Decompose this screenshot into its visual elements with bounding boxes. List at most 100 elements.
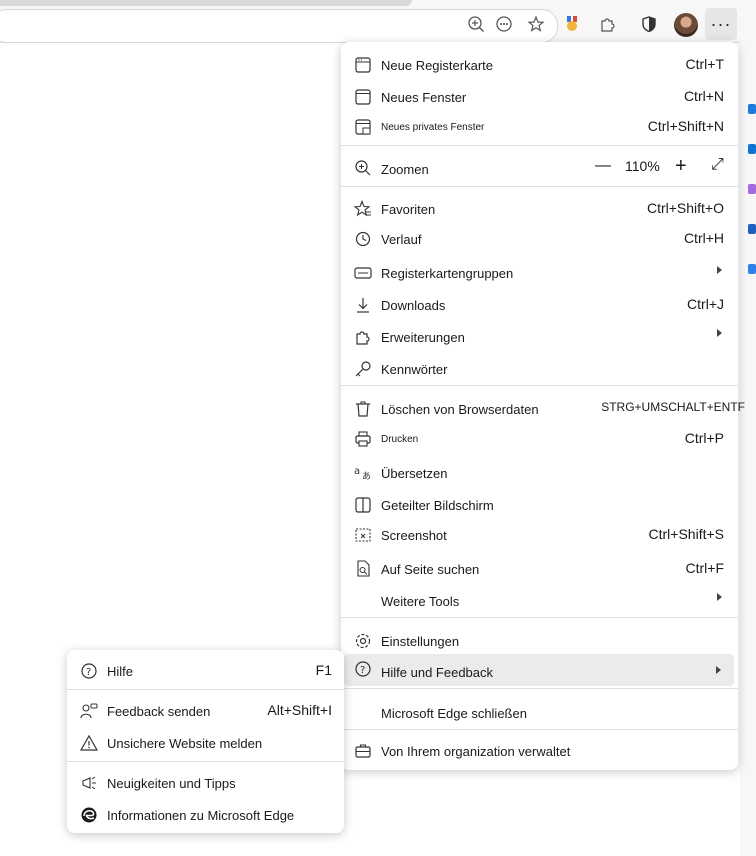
zoom-out-button[interactable]: — [595,157,611,175]
warning-icon [79,734,99,751]
menu-item-extensions[interactable]: Erweiterungen [341,322,738,352]
menu-item-more-tools[interactable]: Weitere Tools [341,586,738,616]
submenu-item-about-edge[interactable]: Informationen zu Microsoft Edge [67,800,344,830]
menu-item-history[interactable]: Verlauf Ctrl+H [341,224,738,254]
menu-label: Unsichere Website melden [107,736,263,751]
download-icon [357,298,369,313]
translate-icon: aあ [354,466,371,482]
sidebar-outlook-icon[interactable] [748,264,756,274]
right-sidebar [740,42,756,856]
menu-label: Hilfe [107,664,134,679]
menu-label: Einstellungen [381,634,460,649]
submenu-item-report-unsafe-site[interactable]: Unsichere Website melden [67,728,344,758]
menu-shortcut: Ctrl+P [684,430,724,446]
ellipsis-circle-icon[interactable] [492,12,516,36]
chevron-right-icon [716,666,721,674]
menu-shortcut: STRG+UMSCHALT+ENTF [601,400,745,414]
menu-shortcut: Ctrl+Shift+S [648,526,724,542]
menu-label: Drucken [381,434,419,445]
svg-text:a: a [354,466,360,477]
sidebar-games-icon[interactable] [748,224,756,234]
zoom-in-button[interactable]: + [675,155,687,178]
settings-menu: Neue Registerkarte Ctrl+T Neues Fenster … [341,42,745,770]
separator [341,688,738,689]
menu-item-passwords[interactable]: Kennwörter [341,354,738,384]
sidebar-search-icon[interactable] [748,104,756,114]
menu-label: Hilfe und Feedback [381,665,494,680]
tab-groups-icon [354,267,372,279]
megaphone-icon [82,776,96,790]
submenu-item-help[interactable]: ? Hilfe F1 [67,656,344,686]
help-circle-icon: ? [81,663,97,679]
sidebar-tools-icon[interactable] [748,184,756,194]
menu-item-new-tab[interactable]: Neue Registerkarte Ctrl+T [341,50,738,80]
printer-icon [355,431,371,447]
separator [67,689,344,690]
menu-item-translate[interactable]: aあ Übersetzen [341,458,738,488]
separator [341,729,738,730]
browser-toolbar: ··· [0,0,756,43]
menu-item-close-edge[interactable]: Microsoft Edge schließen [341,698,738,728]
menu-label: Geteilter Bildschirm [381,498,494,513]
menu-label: Zoomen [381,162,429,177]
menu-label: Registerkartengruppen [381,266,514,281]
menu-shortcut: Ctrl+T [685,56,725,72]
menu-label: Favoriten [381,202,436,217]
puzzle-icon [356,331,370,345]
shield-icon[interactable] [637,12,661,36]
key-icon [355,361,371,377]
sidebar-copilot-icon[interactable] [748,144,756,154]
menu-item-favorites[interactable]: Favoriten Ctrl+Shift+O [341,194,738,224]
menu-item-downloads[interactable]: Downloads Ctrl+J [341,290,738,320]
menu-item-print[interactable]: Drucken Ctrl+P [341,424,738,454]
menu-label: Neuigkeiten und Tipps [107,776,236,791]
separator [341,385,738,386]
menu-label: Downloads [381,298,446,313]
menu-label: Löschen von Browserdaten [381,402,539,417]
gear-icon [355,633,371,649]
menu-item-find-on-page[interactable]: Auf Seite suchen Ctrl+F [341,554,738,584]
tab-strip [0,0,412,6]
menu-shortcut: Ctrl+Shift+N [647,118,724,134]
submenu-item-send-feedback[interactable]: Feedback senden Alt+Shift+I [67,696,344,726]
menu-label: Übersetzen [381,466,448,481]
menu-label: Screenshot [381,528,447,543]
menu-label: Erweiterungen [381,330,465,345]
menu-item-settings[interactable]: Einstellungen [341,626,738,656]
menu-item-screenshot[interactable]: Screenshot Ctrl+Shift+S [341,520,738,550]
menu-item-managed-by-organization[interactable]: Von Ihrem organization verwaltet [341,736,738,766]
help-circle-icon: ? [355,661,371,677]
chevron-right-icon [717,329,722,337]
edge-logo-icon [81,807,97,823]
menu-label: Kennwörter [381,362,448,377]
menu-item-new-private-window[interactable]: Neues privates Fenster Ctrl+Shift+N [341,112,738,142]
profile-avatar[interactable] [674,13,698,37]
menu-label: Informationen zu Microsoft Edge [107,808,295,823]
zoom-in-icon[interactable] [464,12,488,36]
menu-label: Neues privates Fenster [381,122,485,133]
menu-label: Microsoft Edge schließen [381,706,527,721]
new-tab-icon [355,57,371,73]
menu-item-new-window[interactable]: Neues Fenster Ctrl+N [341,82,738,112]
menu-item-tab-groups[interactable]: Registerkartengruppen [341,258,738,288]
fullscreen-button[interactable]: ⤢ [711,156,724,174]
menu-shortcut: Ctrl+F [685,560,725,576]
find-on-page-icon [357,560,370,577]
submenu-item-whats-new[interactable]: Neuigkeiten und Tipps [67,768,344,798]
menu-item-help-and-feedback[interactable]: ? Hilfe und Feedback [344,654,734,686]
screenshot-icon [355,528,371,542]
menu-shortcut: Ctrl+H [683,230,724,246]
zoom-level: 110% [625,158,660,174]
menu-item-split-screen[interactable]: Geteilter Bildschirm [341,490,738,520]
extensions-puzzle-icon[interactable] [596,12,620,36]
menu-label: Auf Seite suchen [381,562,480,577]
history-icon [355,231,371,247]
favorite-star-icon[interactable] [524,12,548,36]
menu-item-clear-browsing-data[interactable]: Löschen von Browserdaten STRG+UMSCHALT+E… [341,394,745,424]
separator [341,617,738,618]
private-window-icon [355,119,371,135]
rewards-medal-icon[interactable] [560,12,584,36]
settings-and-more-button[interactable]: ··· [705,8,737,40]
menu-shortcut: Ctrl+Shift+O [646,200,724,216]
trash-icon [356,401,370,417]
